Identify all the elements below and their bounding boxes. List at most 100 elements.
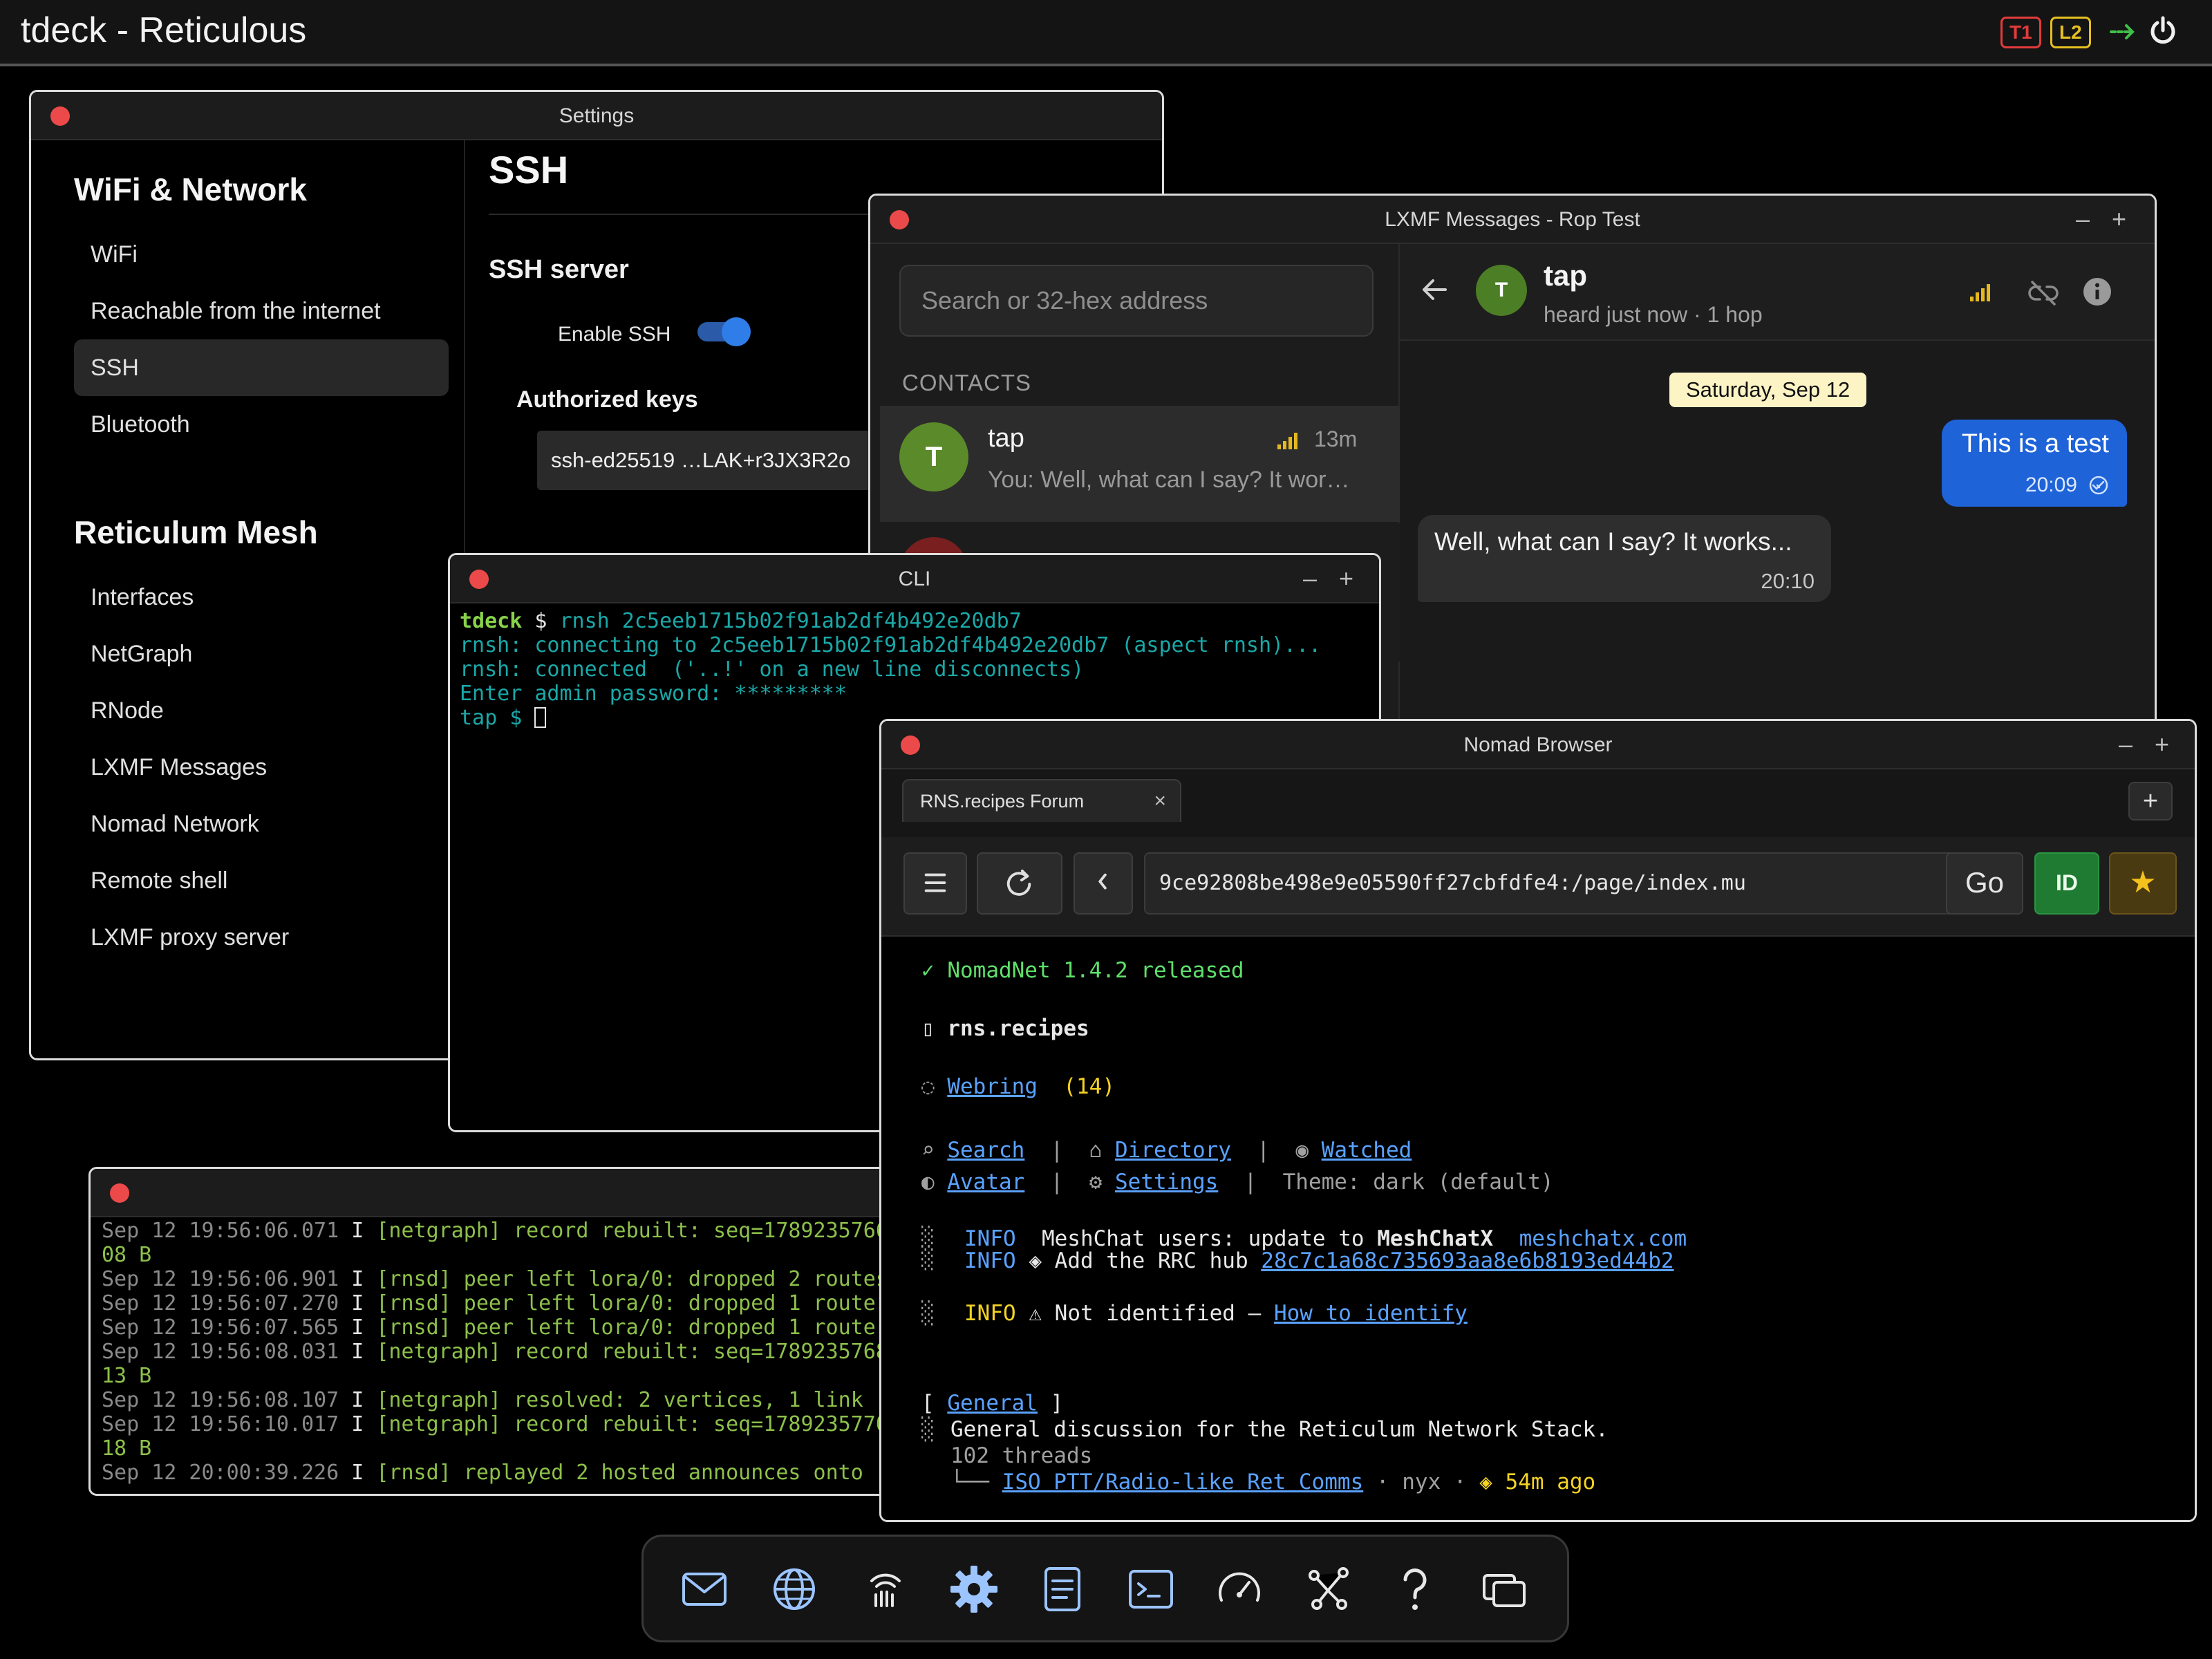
close-button[interactable] — [110, 1183, 129, 1203]
nomad-titlebar[interactable]: Nomad Browser – + — [881, 721, 2195, 769]
network-graph-icon[interactable] — [1302, 1563, 1354, 1615]
authorized-keys-heading: Authorized keys — [516, 386, 698, 413]
date-chip: Saturday, Sep 12 — [1669, 373, 1867, 407]
globe-icon[interactable] — [768, 1563, 821, 1615]
document-icon[interactable] — [1036, 1563, 1089, 1615]
info-line: INFO ◈ Add the RRC hub 28c7c1a68c735693a… — [964, 1248, 1674, 1273]
status-badge-t1[interactable]: T1 — [2000, 17, 2041, 48]
mail-icon[interactable] — [678, 1563, 731, 1615]
new-tab-button[interactable]: + — [2128, 782, 2173, 821]
close-tab-icon[interactable]: × — [1154, 780, 1166, 822]
terminal-cursor — [534, 707, 547, 728]
thread-link[interactable]: ISO PTT/Radio-like Ret Comms — [1002, 1470, 1364, 1494]
avatar-link[interactable]: Avatar — [947, 1170, 1024, 1194]
terminal-line: tdeck $ rnsh 2c5eeb1715b02f91ab2df4b492e… — [460, 609, 1022, 633]
directory-link[interactable]: Directory — [1115, 1138, 1231, 1163]
settings-link[interactable]: Settings — [1115, 1170, 1218, 1194]
nav-item-interfaces[interactable]: Interfaces — [74, 569, 449, 626]
contacts-heading: CONTACTS — [902, 370, 1032, 395]
authorized-key-entry[interactable]: ssh-ed25519 …LAK+r3JX3R2o — [537, 431, 924, 490]
back-arrow-icon[interactable] — [1419, 274, 1450, 305]
identity-button[interactable]: ID — [2034, 852, 2099, 915]
address-input[interactable]: 9ce92808be498e9e05590ff27cbfdfe4:/page/i… — [1144, 852, 1964, 915]
minimize-button[interactable]: – — [2119, 732, 2133, 757]
log-line: Sep 12 19:56:07.565 I [rnsd] peer left l… — [102, 1315, 876, 1340]
lxmf-titlebar[interactable]: LXMF Messages - Rop Test – + — [870, 196, 2155, 244]
watched-link[interactable]: Watched — [1322, 1138, 1412, 1163]
settings-gear-icon[interactable] — [948, 1563, 1000, 1615]
nav-section-wifi-network: WiFi & Network — [74, 171, 307, 207]
contact-row[interactable]: T tap 13m You: Well, what can I say? It … — [880, 406, 1400, 522]
info-icon[interactable] — [2081, 276, 2113, 308]
app-title: tdeck - Reticulous — [21, 10, 307, 50]
message-text: This is a test — [1961, 429, 2109, 458]
log-window: Sep 12 19:56:06.071 I [netgraph] record … — [88, 1167, 918, 1496]
power-icon[interactable] — [2147, 15, 2179, 47]
nav-item-lxmf-messages[interactable]: LXMF Messages — [74, 739, 449, 796]
settings-titlebar[interactable]: Settings — [31, 92, 1162, 140]
menu-button[interactable] — [903, 852, 967, 915]
ssh-server-heading: SSH server — [489, 255, 629, 284]
minimize-button[interactable]: – — [2076, 207, 2090, 232]
search-icon: ⌕ — [921, 1138, 935, 1163]
webring-link[interactable]: Webring — [947, 1074, 1038, 1099]
forum-thread-count: 102 threads — [950, 1443, 1093, 1468]
identify-link[interactable]: How to identify — [1274, 1301, 1468, 1326]
nav-item-remote-shell[interactable]: Remote shell — [74, 852, 449, 909]
thread-row: └── ISO PTT/Radio-like Ret Comms · nyx ·… — [950, 1470, 1596, 1494]
enable-ssh-toggle[interactable] — [696, 316, 754, 348]
windows-icon[interactable] — [1479, 1563, 1531, 1615]
log-titlebar[interactable] — [91, 1169, 916, 1217]
window-title: Nomad Browser — [1463, 733, 1613, 756]
nav-item-rnode[interactable]: RNode — [74, 682, 449, 739]
hamburger-menu-icon — [924, 873, 946, 892]
help-icon[interactable] — [1389, 1563, 1441, 1615]
tab-label: RNS.recipes Forum — [920, 791, 1085, 812]
nav-item-bluetooth[interactable]: Bluetooth — [74, 396, 449, 453]
home-icon: ⌂ — [1089, 1138, 1103, 1163]
message-text: Well, what can I say? It works... — [1434, 527, 1792, 556]
search-link[interactable]: Search — [947, 1138, 1024, 1163]
nav-item-ssh[interactable]: SSH — [74, 339, 449, 396]
contact-search-input[interactable]: Search or 32-hex address — [899, 265, 1374, 337]
conversation-header: T tap heard just now · 1 hop — [1400, 244, 2155, 341]
conversation-name: tap — [1544, 259, 1587, 292]
window-title: LXMF Messages - Rop Test — [1385, 208, 1640, 231]
site-name: rns.recipes — [947, 1016, 1089, 1041]
maximize-button[interactable]: + — [2112, 207, 2126, 232]
forum-general-link[interactable]: General — [947, 1391, 1038, 1416]
delivered-check-icon — [2089, 476, 2108, 495]
nav-item-netgraph[interactable]: NetGraph — [74, 626, 449, 682]
nav-item-reachable[interactable]: Reachable from the internet — [74, 283, 449, 339]
forum-description: General discussion for the Reticulum Net… — [950, 1417, 1609, 1442]
link-off-icon[interactable] — [2027, 277, 2059, 309]
maximize-button[interactable]: + — [1339, 566, 1353, 591]
nav-item-wifi[interactable]: WiFi — [74, 226, 449, 283]
nav-item-nomad-network[interactable]: Nomad Network — [74, 796, 449, 852]
rrc-hub-link[interactable]: 28c7c1a68c735693aa8e6b8193ed44b2 — [1261, 1248, 1674, 1273]
terminal-icon[interactable] — [1125, 1563, 1177, 1615]
bookmark-star-button[interactable]: ★ — [2109, 852, 2177, 915]
reload-icon — [1006, 869, 1031, 896]
reload-button[interactable] — [977, 852, 1062, 915]
page-title: SSH — [489, 148, 569, 191]
cli-titlebar[interactable]: CLI – + — [450, 555, 1379, 603]
outgoing-message-bubble[interactable]: This is a test 20:09 — [1942, 420, 2127, 507]
nomad-browser-window: Nomad Browser – + RNS.recipes Forum × + … — [879, 719, 2197, 1522]
webring-count: (14) — [1063, 1074, 1115, 1099]
antenna-icon[interactable] — [859, 1563, 912, 1615]
minimize-button[interactable]: – — [1303, 566, 1317, 591]
gauge-icon[interactable] — [1213, 1563, 1266, 1615]
settings-sidebar: WiFi & Network WiFi Reachable from the i… — [31, 140, 465, 1058]
maximize-button[interactable]: + — [2155, 732, 2169, 757]
page-content: ✓ NomadNet 1.4.2 released ▯ rns.recipes … — [881, 937, 2195, 1520]
nav-item-lxmf-proxy[interactable]: LXMF proxy server — [74, 909, 449, 966]
message-time: 20:10 — [1761, 569, 1815, 593]
log-line: Sep 12 19:56:07.270 I [rnsd] peer left l… — [102, 1291, 876, 1315]
link-arrow-icon[interactable] — [2108, 17, 2136, 47]
go-button[interactable]: Go — [1946, 852, 2023, 915]
back-button[interactable] — [1074, 852, 1133, 915]
tab-rns-recipes-forum[interactable]: RNS.recipes Forum × — [902, 779, 1181, 822]
status-badge-l2[interactable]: L2 — [2050, 17, 2091, 48]
incoming-message-bubble[interactable]: Well, what can I say? It works... 20:10 — [1418, 515, 1831, 602]
